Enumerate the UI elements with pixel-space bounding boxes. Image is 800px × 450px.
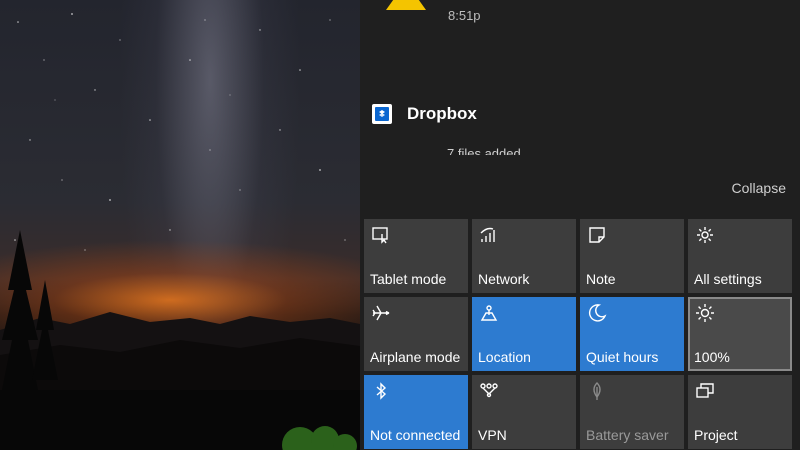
- bluetooth-tile[interactable]: Not connected: [364, 375, 468, 449]
- wallpaper-scenery: [0, 13, 360, 450]
- tablet-mode-tile[interactable]: Tablet mode: [364, 219, 468, 293]
- brightness-icon: [695, 303, 715, 328]
- vpn-icon: [479, 381, 499, 406]
- moon-icon: [587, 303, 607, 328]
- quiet-hours-tile[interactable]: Quiet hours: [580, 297, 684, 371]
- notification-time: 8:51p: [448, 8, 481, 23]
- project-icon: [695, 381, 715, 406]
- gear-icon: [695, 225, 715, 250]
- collapse-button[interactable]: Collapse: [732, 180, 786, 196]
- dropbox-notification-title: Dropbox: [407, 104, 477, 123]
- vpn-tile[interactable]: VPN: [472, 375, 576, 449]
- vpn-label: VPN: [478, 427, 507, 443]
- quiet-hours-label: Quiet hours: [586, 349, 659, 365]
- airplane-mode-label: Airplane mode: [370, 349, 461, 365]
- brightness-label: 100%: [694, 349, 730, 365]
- dropbox-icon: [372, 104, 392, 124]
- location-label: Location: [478, 349, 531, 365]
- battery-saver-icon: [587, 381, 607, 406]
- location-tile[interactable]: Location: [472, 297, 576, 371]
- dropbox-notification[interactable]: Dropbox: [372, 104, 477, 124]
- note-tile[interactable]: Note: [580, 219, 684, 293]
- desktop-wallpaper: [0, 0, 360, 450]
- warning-icon: [380, 0, 432, 19]
- battery-saver-label: Battery saver: [586, 427, 669, 443]
- all-settings-tile[interactable]: All settings: [688, 219, 792, 293]
- tablet-mode-label: Tablet mode: [370, 271, 447, 287]
- action-center-panel: 8:51p Dropbox 7 files added Collapse Tab…: [360, 0, 800, 450]
- network-label: Network: [478, 271, 530, 287]
- quick-actions-grid: Tablet mode Network Note All settings Ai…: [364, 219, 796, 449]
- network-icon: [479, 225, 499, 250]
- brightness-tile[interactable]: 100%: [688, 297, 792, 371]
- airplane-mode-tile[interactable]: Airplane mode: [364, 297, 468, 371]
- network-tile[interactable]: Network: [472, 219, 576, 293]
- note-label: Note: [586, 271, 616, 287]
- project-tile[interactable]: Project: [688, 375, 792, 449]
- dropbox-notification-body: 7 files added: [447, 146, 521, 155]
- battery-saver-tile[interactable]: Battery saver: [580, 375, 684, 449]
- airplane-icon: [371, 303, 391, 328]
- note-icon: [587, 225, 607, 250]
- tablet-mode-icon: [371, 225, 391, 250]
- project-label: Project: [694, 427, 738, 443]
- bluetooth-label: Not connected: [370, 427, 461, 443]
- bluetooth-icon: [371, 381, 391, 406]
- location-icon: [479, 303, 499, 328]
- all-settings-label: All settings: [694, 271, 762, 287]
